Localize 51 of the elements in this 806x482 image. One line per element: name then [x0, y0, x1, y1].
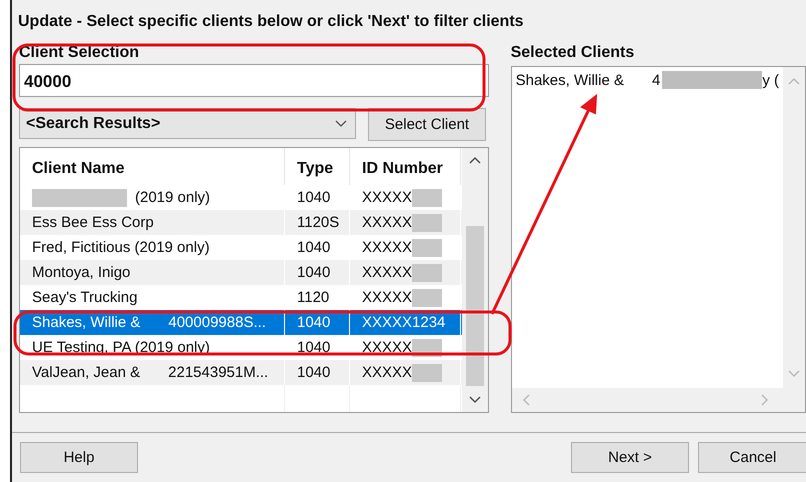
client-detail: 4: [652, 72, 660, 88]
client-name: Seay's Trucking: [32, 289, 138, 306]
client-id: XXXXX: [362, 289, 412, 306]
scroll-thumb[interactable]: [466, 226, 484, 386]
scroll-up-icon: [788, 77, 800, 85]
client-id: XXXXX: [362, 189, 412, 206]
client-name: Shakes, Willie &: [516, 72, 624, 88]
column-header[interactable]: ID Number: [350, 148, 461, 185]
client-type: 1040: [297, 189, 330, 206]
column-header[interactable]: Client Name: [20, 148, 285, 185]
client-name: Ess Bee Ess Corp: [32, 214, 154, 231]
selected-clients-label: Selected Clients: [510, 44, 636, 63]
client-id: XXXXX1234: [362, 314, 446, 331]
client-type: 1120: [297, 289, 330, 306]
client-name: Montoya, Inigo: [32, 264, 130, 281]
table-row[interactable]: Montoya, Inigo 1040 XXXXX: [20, 260, 462, 285]
client-id: XXXXX: [362, 264, 412, 281]
next-button[interactable]: Next >: [571, 442, 689, 473]
vertical-scrollbar[interactable]: [462, 148, 488, 412]
chevron-down-icon: [335, 120, 347, 128]
client-type: 1040: [297, 314, 330, 331]
client-id: XXXXX: [362, 239, 412, 256]
client-detail: 221543951M...: [168, 364, 268, 381]
table-row[interactable]: Ess Bee Ess Corp 1120S XXXXX: [20, 210, 462, 235]
client-id: XXXXX: [362, 214, 412, 231]
scroll-down-icon: [788, 370, 800, 378]
window-title: Update - Select specific clients below or click 'Next' to filter clients: [17, 12, 525, 32]
client-selection-field[interactable]: 40000: [19, 64, 489, 97]
client-type: 1040: [297, 264, 330, 281]
client-detail: y (: [762, 72, 779, 88]
select-client-button[interactable]: Select Client: [368, 108, 486, 141]
client-name: (2019 only): [135, 189, 210, 206]
scroll-down-icon: [468, 396, 481, 404]
client-name: ValJean, Jean &: [32, 364, 140, 381]
client-id: XXXXX: [362, 364, 412, 381]
table-row[interactable]: ValJean, Jean & 221543951M... 1040 XXXXX: [20, 360, 462, 385]
scroll-up-icon: [468, 156, 481, 164]
client-name: Fred, Fictitious (2019 only): [32, 239, 210, 256]
client-id: XXXXX: [362, 339, 412, 356]
help-button[interactable]: Help: [20, 442, 138, 473]
scroll-left-icon: [522, 394, 530, 406]
client-detail: 400009988S...: [168, 314, 266, 331]
client-name: Shakes, Willie &: [32, 314, 140, 331]
column-header[interactable]: Type: [285, 148, 350, 185]
search-results-dropdown[interactable]: <Search Results>: [19, 108, 356, 139]
client-type: 1120S: [297, 214, 340, 231]
client-type: 1040: [297, 364, 330, 381]
cancel-button[interactable]: Cancel: [698, 442, 806, 473]
scroll-right-icon: [761, 394, 769, 406]
client-type: 1040: [297, 339, 330, 356]
client-type: 1040: [297, 239, 330, 256]
